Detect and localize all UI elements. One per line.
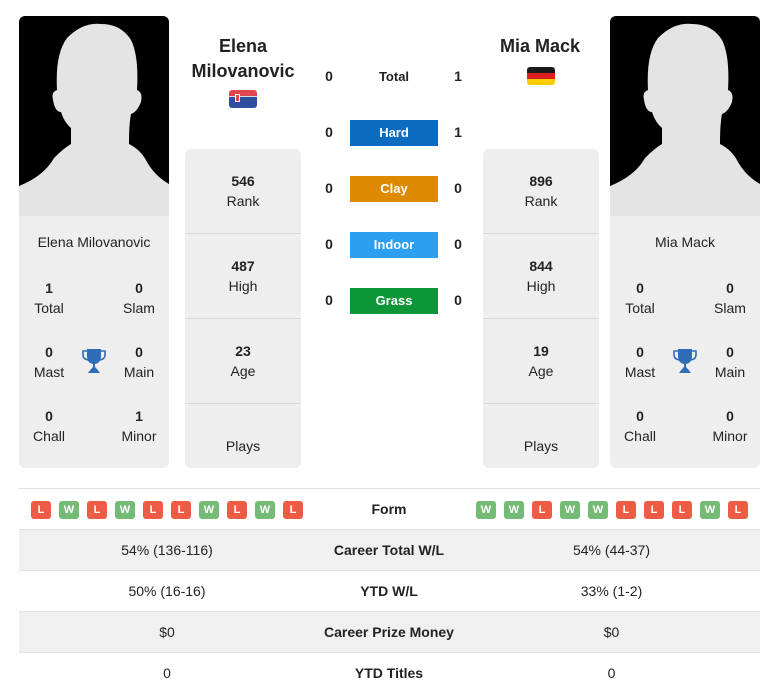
player1-plays: Plays <box>225 438 261 454</box>
player1-form-badge-loss[interactable]: L <box>171 501 191 519</box>
germany-flag-icon <box>527 67 555 85</box>
player1-form-badge-win[interactable]: W <box>255 501 275 519</box>
player2-form-badge-loss[interactable]: L <box>644 501 664 519</box>
player2-form-badge-win[interactable]: W <box>588 501 608 519</box>
player1-stats-card: 546 Rank 487 High 23 Age Plays <box>185 149 301 468</box>
player1-photo[interactable] <box>19 16 169 216</box>
player2-titles-main: 0 Main <box>714 344 746 380</box>
surface-badge-indoor[interactable]: Indoor <box>350 232 438 258</box>
h2h-row-indoor: 0 Indoor 0 <box>310 232 470 258</box>
player2-age: 19 Age <box>483 319 599 404</box>
player2-plays: Plays <box>523 438 559 454</box>
table-row-ytd-wl: 50% (16-16) YTD W/L 33% (1-2) <box>19 571 760 612</box>
player2-form-badge-loss[interactable]: L <box>672 501 692 519</box>
comparison-table: LWLWLLWLWL Form WWLWWLLLWL 54% (136-116)… <box>19 488 760 694</box>
player1-age: 23 Age <box>185 319 301 404</box>
player1-card-name: Elena Milovanovic <box>37 234 151 250</box>
trophy-icon <box>82 349 106 373</box>
player2-profile-card: Mia Mack 0 Total 0 Slam 0 Mast 0 Main 0 Chall… <box>610 16 760 468</box>
player-silhouette-icon <box>610 23 760 216</box>
player2-form-badge-loss[interactable]: L <box>728 501 748 519</box>
player2-titles-grid: 0 Total 0 Slam 0 Mast 0 Main 0 Chall 0 Minor <box>610 278 760 458</box>
player2-form-badge-loss[interactable]: L <box>532 501 552 519</box>
h2h-row-grass: 0 Grass 0 <box>310 288 470 314</box>
player1-form-badge-win[interactable]: W <box>115 501 135 519</box>
player2-form-badge-win[interactable]: W <box>560 501 580 519</box>
player1-form-badge-win[interactable]: W <box>59 501 79 519</box>
h2h-row-hard: 0 Hard 1 <box>310 120 470 146</box>
player1-name-heading[interactable]: Elena Milovanovic <box>173 34 313 84</box>
player1-titles-chall: 0 Chall <box>33 408 65 444</box>
player2-high: 844 High <box>483 234 599 319</box>
player1-form-badge-loss[interactable]: L <box>143 501 163 519</box>
player1-rank: 546 Rank <box>185 149 301 234</box>
player2-titles-total: 0 Total <box>625 280 655 316</box>
player2-titles-minor: 0 Minor <box>712 408 748 444</box>
surface-badge-clay[interactable]: Clay <box>350 176 438 202</box>
player1-form-badge-loss[interactable]: L <box>283 501 303 519</box>
player1-high: 487 High <box>185 234 301 319</box>
player1-profile-card: Elena Milovanovic 1 Total 0 Slam 0 Mast 0 Ma… <box>19 16 169 468</box>
player2-form: WWLWWLLLWL <box>476 501 748 519</box>
player1-form-badge-win[interactable]: W <box>199 501 219 519</box>
player1-form-badge-loss[interactable]: L <box>87 501 107 519</box>
player2-form-badge-win[interactable]: W <box>700 501 720 519</box>
player1-titles-grid: 1 Total 0 Slam 0 Mast 0 Main 0 Chall 1 Minor <box>19 278 169 458</box>
trophy-icon <box>673 349 697 373</box>
h2h-row-clay: 0 Clay 0 <box>310 176 470 202</box>
table-row-ytd-titles: 0 YTD Titles 0 <box>163 665 616 681</box>
player1-titles-total: 1 Total <box>34 280 64 316</box>
player1-titles-slam: 0 Slam <box>123 280 155 316</box>
player2-form-badge-win[interactable]: W <box>504 501 524 519</box>
player2-form-badge-win[interactable]: W <box>476 501 496 519</box>
h2h-label-total: Total <box>378 69 410 84</box>
player1-form-badge-loss[interactable]: L <box>31 501 51 519</box>
table-row-prize-money: $0 Career Prize Money $0 <box>19 612 760 653</box>
surface-badge-hard[interactable]: Hard <box>350 120 438 146</box>
table-row-career-wl: 54% (136-116) Career Total W/L 54% (44-3… <box>19 530 760 571</box>
player1-titles-minor: 1 Minor <box>121 408 157 444</box>
player2-photo[interactable] <box>610 16 760 216</box>
player1-titles-mast: 0 Mast <box>33 344 65 380</box>
player2-titles-chall: 0 Chall <box>624 408 656 444</box>
player2-card-name: Mia Mack <box>655 234 715 250</box>
serbia-flag-icon <box>229 90 257 108</box>
player2-stats-card: 896 Rank 844 High 19 Age Plays <box>483 149 599 468</box>
player2-name-heading[interactable]: Mia Mack <box>470 34 610 59</box>
h2h-row-total: 0 Total 1 <box>310 64 470 90</box>
form-label: Form <box>371 501 407 517</box>
player2-form-badge-loss[interactable]: L <box>616 501 636 519</box>
player1-form-badge-loss[interactable]: L <box>227 501 247 519</box>
player2-titles-slam: 0 Slam <box>714 280 746 316</box>
surface-badge-grass[interactable]: Grass <box>350 288 438 314</box>
player2-rank: 896 Rank <box>483 149 599 234</box>
player2-titles-mast: 0 Mast <box>624 344 656 380</box>
player1-form: LWLWLLWLWL <box>31 501 303 519</box>
player-silhouette-icon <box>19 23 169 216</box>
form-row: LWLWLLWLWL Form WWLWWLLLWL <box>19 489 760 530</box>
player1-titles-main: 0 Main <box>123 344 155 380</box>
